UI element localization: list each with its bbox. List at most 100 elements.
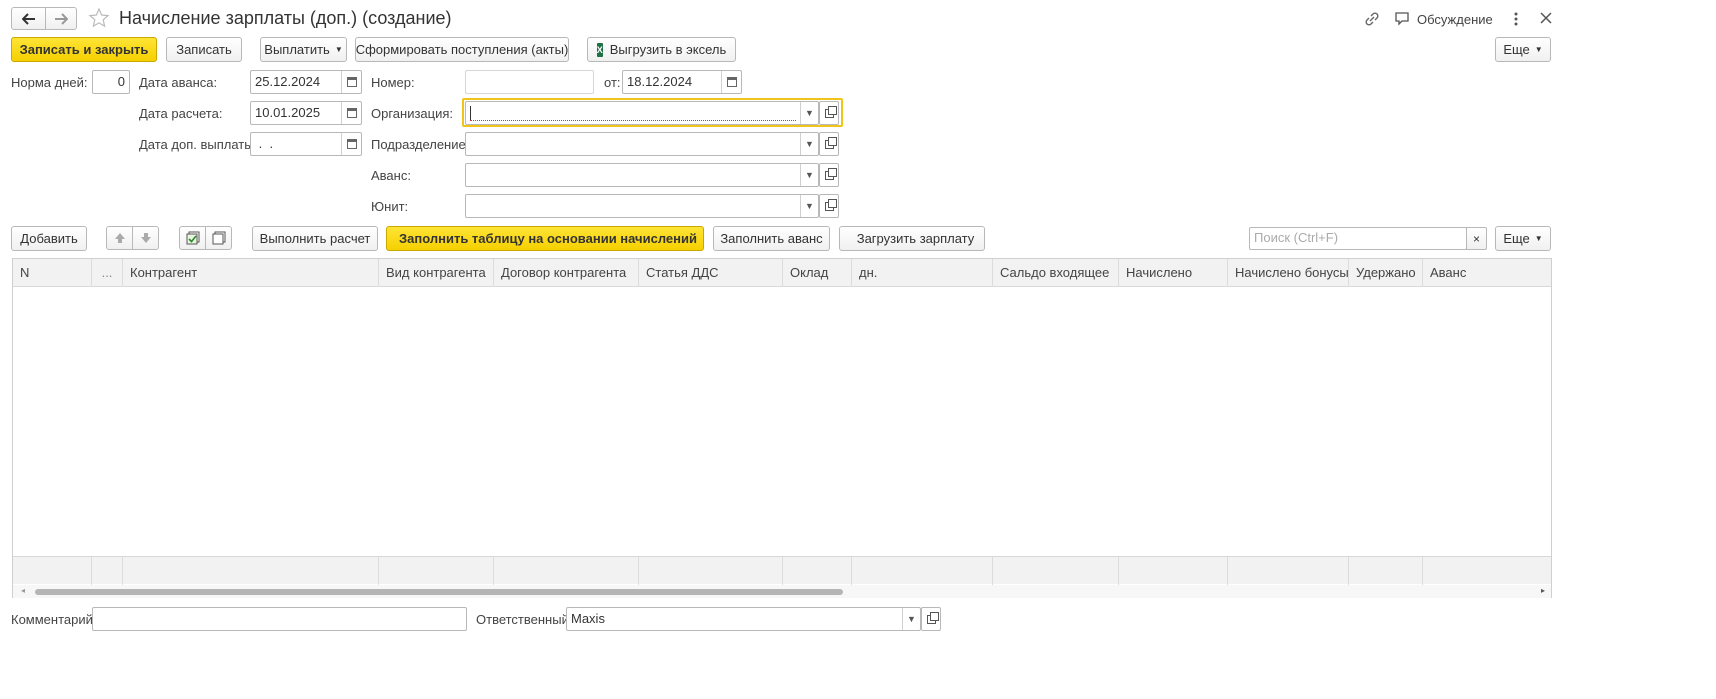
comment-label: Комментарий: bbox=[11, 612, 97, 627]
close-icon[interactable] bbox=[1538, 10, 1554, 26]
link-icon[interactable] bbox=[1363, 10, 1381, 28]
form-receipts-button[interactable]: Сформировать поступления (акты) bbox=[355, 37, 569, 62]
extra-pay-date-value: . . bbox=[255, 136, 274, 151]
col-counterparty[interactable]: Контрагент bbox=[123, 259, 379, 287]
scroll-left-icon[interactable]: ◂ bbox=[21, 586, 25, 595]
number-field[interactable] bbox=[465, 70, 594, 94]
save-button[interactable]: Записать bbox=[166, 37, 242, 62]
calc-date-field[interactable]: 10.01.2025 bbox=[250, 101, 362, 125]
add-button[interactable]: Добавить bbox=[11, 226, 87, 251]
arrow-left-icon bbox=[21, 12, 35, 25]
open-window-icon bbox=[824, 105, 837, 118]
calendar-icon[interactable] bbox=[341, 102, 361, 124]
horizontal-scrollbar[interactable]: ◂ ▸ bbox=[13, 585, 1551, 598]
responsible-label: Ответственный: bbox=[476, 612, 573, 627]
pay-label: Выплатить bbox=[264, 42, 330, 57]
favorite-star-icon[interactable] bbox=[88, 7, 110, 29]
back-button[interactable] bbox=[11, 7, 46, 30]
col-more[interactable]: ... bbox=[92, 259, 123, 287]
chevron-down-icon[interactable]: ▼ bbox=[800, 102, 818, 124]
scroll-right-icon[interactable]: ▸ bbox=[1541, 586, 1545, 595]
responsible-field[interactable]: Maxis ▼ bbox=[566, 607, 921, 631]
search-placeholder: Поиск (Ctrl+F) bbox=[1254, 230, 1339, 245]
open-unit-button[interactable] bbox=[819, 194, 839, 218]
fill-table-label: Заполнить таблицу на основании начислени… bbox=[399, 231, 697, 246]
arrow-right-icon bbox=[55, 12, 68, 25]
calendar-icon[interactable] bbox=[341, 71, 361, 93]
col-withheld[interactable]: Удержано bbox=[1349, 259, 1423, 287]
advance-date-value: 25.12.2024 bbox=[255, 74, 321, 89]
uncheck-all-button[interactable] bbox=[205, 226, 232, 250]
col-counterparty-type[interactable]: Вид контрагента bbox=[379, 259, 494, 287]
discussion-icon bbox=[1395, 12, 1409, 26]
col-accrued[interactable]: Начислено bbox=[1119, 259, 1228, 287]
extra-pay-date-field[interactable]: . . bbox=[250, 132, 362, 156]
col-advance[interactable]: Аванс bbox=[1423, 259, 1551, 287]
col-contract[interactable]: Договор контрагента bbox=[494, 259, 639, 287]
export-excel-button[interactable]: X Выгрузить в эксель bbox=[587, 37, 736, 62]
advance-date-field[interactable]: 25.12.2024 bbox=[250, 70, 362, 94]
open-responsible-button[interactable] bbox=[921, 607, 941, 631]
export-excel-label: Выгрузить в эксель bbox=[609, 42, 727, 57]
discussion-button[interactable]: Обсуждение bbox=[1394, 9, 1493, 29]
open-advance-button[interactable] bbox=[819, 163, 839, 187]
norm-days-field[interactable]: 0 bbox=[92, 70, 130, 94]
col-accrued-bonus[interactable]: Начислено бонусы bbox=[1228, 259, 1349, 287]
fill-table-button[interactable]: Заполнить таблицу на основании начислени… bbox=[386, 226, 704, 251]
table-more-button[interactable]: Еще ▼ bbox=[1495, 226, 1551, 251]
fill-advance-button[interactable]: Заполнить аванс bbox=[713, 226, 830, 251]
comment-field[interactable] bbox=[92, 607, 467, 631]
chevron-down-icon: ▼ bbox=[334, 45, 343, 54]
more-button[interactable]: Еще ▼ bbox=[1495, 37, 1551, 62]
check-all-icon bbox=[186, 231, 199, 245]
division-label: Подразделение: bbox=[371, 137, 470, 152]
chevron-down-icon[interactable]: ▼ bbox=[800, 133, 818, 155]
forward-button[interactable] bbox=[45, 7, 77, 30]
organization-label: Организация: bbox=[371, 106, 454, 121]
move-down-button[interactable] bbox=[132, 226, 159, 250]
pay-dropdown-button[interactable]: Выплатить ▼ bbox=[260, 37, 347, 62]
check-all-button[interactable] bbox=[179, 226, 206, 250]
col-opening-balance[interactable]: Сальдо входящее bbox=[993, 259, 1119, 287]
responsible-value: Maxis bbox=[571, 611, 605, 626]
from-label: от: bbox=[604, 75, 621, 90]
from-date-field[interactable]: 18.12.2024 bbox=[622, 70, 742, 94]
chevron-down-icon[interactable]: ▼ bbox=[800, 195, 818, 217]
validation-underline bbox=[470, 120, 796, 121]
discussion-label: Обсуждение bbox=[1417, 11, 1493, 27]
move-up-button[interactable] bbox=[106, 226, 133, 250]
unit-label: Юнит: bbox=[371, 199, 409, 214]
norm-days-label: Норма дней: bbox=[11, 75, 88, 90]
more-vertical-icon[interactable] bbox=[1512, 11, 1520, 27]
col-cashflow-item[interactable]: Статья ДДС bbox=[639, 259, 783, 287]
chevron-down-icon[interactable]: ▼ bbox=[800, 164, 818, 186]
col-days[interactable]: дн. bbox=[852, 259, 993, 287]
uncheck-all-icon bbox=[212, 231, 225, 245]
advance-label: Аванс: bbox=[371, 168, 411, 183]
scrollbar-thumb[interactable] bbox=[35, 589, 843, 595]
organization-field[interactable]: ▼ bbox=[465, 101, 819, 125]
calendar-icon[interactable] bbox=[341, 133, 361, 155]
clear-search-button[interactable]: × bbox=[1466, 227, 1487, 250]
load-salary-label: Загрузить зарплату bbox=[856, 231, 975, 246]
search-input[interactable]: Поиск (Ctrl+F) bbox=[1249, 227, 1467, 250]
advance-field[interactable]: ▼ bbox=[465, 163, 819, 187]
open-division-button[interactable] bbox=[819, 132, 839, 156]
open-window-icon bbox=[824, 198, 837, 211]
table-header: N ... Контрагент Вид контрагента Договор… bbox=[13, 259, 1551, 287]
run-calculation-button[interactable]: Выполнить расчет bbox=[252, 226, 378, 251]
unit-field[interactable]: ▼ bbox=[465, 194, 819, 218]
division-field[interactable]: ▼ bbox=[465, 132, 819, 156]
load-salary-button[interactable]: Загрузить зарплату bbox=[839, 226, 985, 251]
chevron-down-icon[interactable]: ▼ bbox=[902, 608, 920, 630]
excel-icon: X bbox=[596, 42, 603, 57]
extra-pay-date-label: Дата доп. выплаты: bbox=[139, 137, 258, 152]
number-label: Номер: bbox=[371, 75, 415, 90]
col-salary[interactable]: Оклад bbox=[783, 259, 852, 287]
save-and-close-button[interactable]: Записать и закрыть bbox=[11, 37, 157, 62]
open-organization-button[interactable] bbox=[819, 101, 839, 125]
col-n[interactable]: N bbox=[13, 259, 92, 287]
calendar-icon[interactable] bbox=[721, 71, 741, 93]
accruals-table[interactable]: N ... Контрагент Вид контрагента Договор… bbox=[12, 258, 1552, 598]
from-date-value: 18.12.2024 bbox=[627, 74, 693, 89]
